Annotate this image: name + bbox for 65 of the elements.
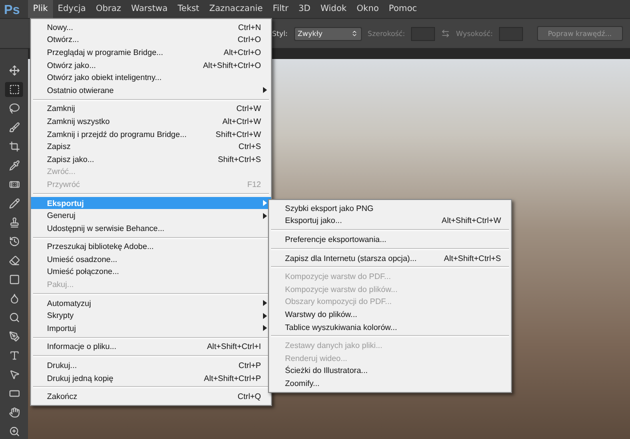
menu-item[interactable]: Przeglądaj w programie Bridge... Alt+Ctrl+O bbox=[31, 46, 271, 59]
menu-item[interactable]: Szybki eksport jako PNG bbox=[269, 202, 511, 215]
menu-title[interactable]: 3D bbox=[294, 0, 316, 18]
tool-button[interactable] bbox=[5, 82, 23, 97]
menu-item[interactable]: Importuj bbox=[31, 322, 271, 335]
move-icon bbox=[8, 65, 20, 76]
menu-item[interactable]: Zamknij i przejdź do programu Bridge... Shift+Ctrl+W bbox=[31, 128, 271, 140]
menu-item[interactable]: Drukuj... Ctrl+P bbox=[31, 359, 271, 372]
menu-item[interactable]: Warstwy do plików... bbox=[269, 308, 511, 321]
rectangle-icon bbox=[8, 388, 20, 399]
menu-item[interactable]: Zapisz dla Internetu (starsza opcja)... Alt+Shift+Ctrl+S bbox=[269, 252, 511, 264]
menu-title[interactable]: Plik bbox=[28, 0, 53, 18]
swap-icon[interactable] bbox=[441, 29, 450, 38]
menu-title[interactable]: Tekst bbox=[172, 0, 204, 18]
menu-title[interactable]: Pomoc bbox=[384, 0, 422, 18]
app-logo: Ps bbox=[4, 2, 21, 16]
menu-item[interactable]: Nowy... Ctrl+N bbox=[31, 21, 271, 34]
menu-title[interactable]: Edycja bbox=[52, 0, 91, 18]
menu-item[interactable]: Eksportuj jako... Alt+Shift+Ctrl+W bbox=[269, 214, 511, 228]
lasso-icon bbox=[8, 103, 20, 114]
menu-item[interactable]: Zamknij Ctrl+W bbox=[31, 102, 271, 116]
stamp-icon bbox=[8, 217, 20, 228]
pointer-icon bbox=[8, 369, 20, 380]
menu-title[interactable]: Filtr bbox=[268, 0, 294, 18]
menu-item[interactable]: Umieść połączone... bbox=[31, 266, 271, 278]
menu-item[interactable]: Otwórz... Ctrl+O bbox=[31, 34, 271, 46]
pencil-icon bbox=[8, 198, 20, 209]
drop-icon bbox=[8, 293, 20, 304]
menu-item[interactable]: Automatyzuj bbox=[31, 296, 271, 310]
menu-item[interactable]: Zoomify... bbox=[269, 377, 511, 390]
menu-item[interactable]: Skrypty bbox=[31, 309, 271, 322]
menu-item[interactable]: Ścieżki do Illustratora... bbox=[269, 364, 511, 378]
menu-title[interactable]: Warstwa bbox=[126, 0, 173, 18]
bandage-icon bbox=[8, 179, 20, 190]
menu-item[interactable]: Tablice wyszukiwania kolorów... bbox=[269, 320, 511, 334]
menu-item[interactable]: Otwórz jako... Alt+Shift+Ctrl+O bbox=[31, 58, 271, 72]
type-icon bbox=[8, 350, 20, 361]
eraser-icon bbox=[8, 255, 20, 266]
menu-item[interactable]: Zapisz Ctrl+S bbox=[31, 140, 271, 153]
menu-item[interactable]: Udostępnij w serwisie Behance... bbox=[31, 222, 271, 234]
menu-item[interactable]: Zapisz jako... Shift+Ctrl+S bbox=[31, 152, 271, 166]
menu-item[interactable]: Generuj bbox=[31, 209, 271, 222]
menu-item[interactable]: Zakończ Ctrl+Q bbox=[31, 390, 271, 404]
menu-title[interactable]: Obraz bbox=[90, 0, 126, 18]
menu-item[interactable]: Preferencje eksportowania... bbox=[269, 233, 511, 246]
menu-item[interactable]: Ostatnio otwierane bbox=[31, 84, 271, 97]
eyedropper-icon bbox=[8, 160, 20, 171]
updown-icon bbox=[350, 30, 358, 37]
menu-item[interactable]: Umieść osadzone... bbox=[31, 253, 271, 266]
menu-item[interactable]: Informacje o pliku... Alt+Shift+Ctrl+I bbox=[31, 340, 271, 354]
menu-item[interactable]: Otwórz jako obiekt inteligentny... bbox=[31, 71, 271, 84]
menu-item[interactable]: Przeszukaj bibliotekę Adobe... bbox=[31, 240, 271, 254]
square-icon bbox=[8, 274, 20, 285]
menu-title[interactable]: Widok bbox=[315, 0, 352, 18]
crop-icon bbox=[8, 141, 20, 152]
menu-title[interactable]: Zaznaczanie bbox=[204, 0, 268, 18]
hand-icon bbox=[8, 407, 20, 418]
menu-item[interactable]: Drukuj jedną kopię Alt+Shift+Ctrl+P bbox=[31, 372, 271, 384]
zoom-icon bbox=[8, 426, 20, 437]
menu-item[interactable]: Zamknij wszystko Alt+Ctrl+W bbox=[31, 115, 271, 128]
brush-icon bbox=[8, 122, 20, 133]
marquee-icon bbox=[8, 84, 20, 95]
menu-title[interactable]: Okno bbox=[352, 0, 384, 18]
magnifier-icon bbox=[8, 312, 20, 323]
pen-icon bbox=[8, 331, 20, 342]
